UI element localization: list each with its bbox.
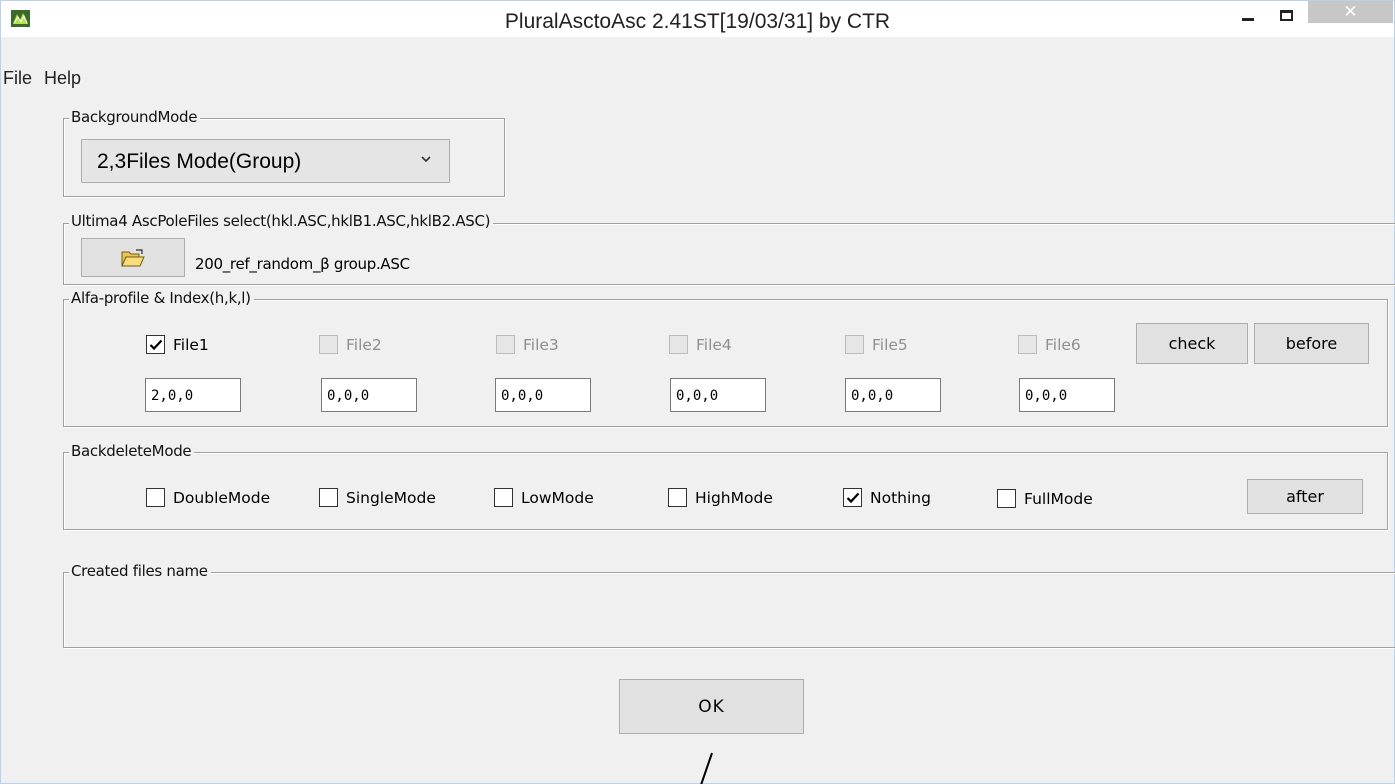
annotation-line bbox=[700, 752, 713, 784]
app-window: PluralAsctoAsc 2.41ST[19/03/31] by CTR ✕… bbox=[0, 0, 1395, 784]
